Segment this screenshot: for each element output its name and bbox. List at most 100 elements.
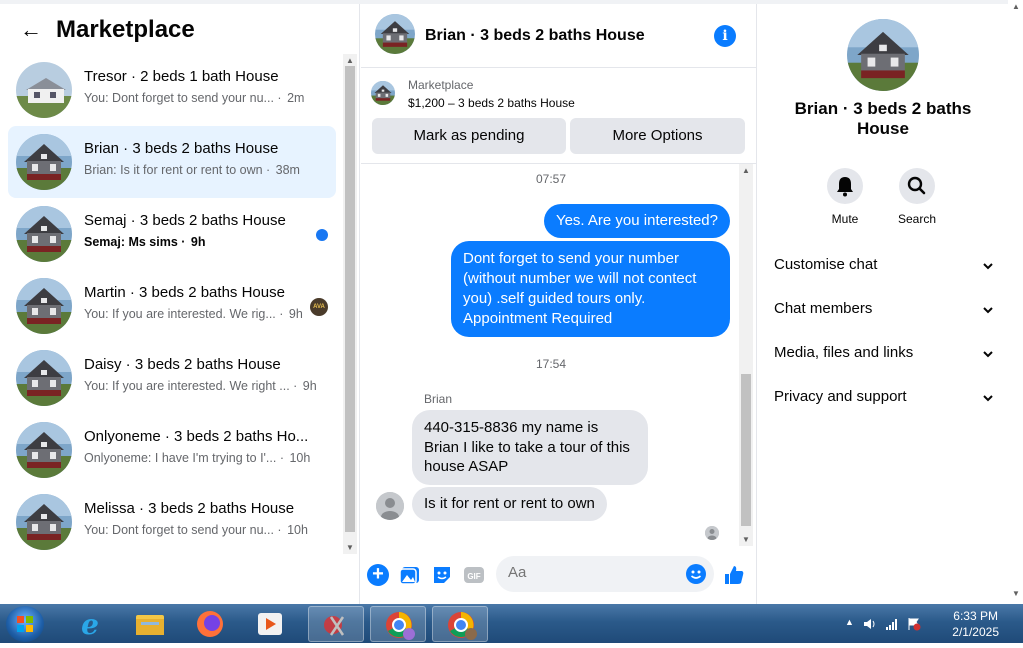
avatar [16,494,72,550]
sender-name: Brian [424,392,453,406]
gif-icon[interactable]: GIF [463,564,485,586]
incoming-message[interactable]: Is it for rent or rent to own [412,487,607,521]
action-center-flag-icon[interactable] [907,617,921,634]
clock-time: 6:33 PM [953,609,998,623]
message-input[interactable] [508,564,678,581]
profile-avatar[interactable] [847,19,919,91]
chat-members-section[interactable]: Chat members [774,287,994,331]
mark-as-pending-button[interactable]: Mark as pending [372,118,566,154]
section-label: Media, files and links [774,344,914,361]
conversation-name: Onlyoneme · 3 beds 2 baths Ho... [84,428,309,445]
scroll-down-arrow-icon[interactable]: ▼ [1012,589,1020,598]
search-label: Search [897,212,937,226]
marketplace-listing-banner: Marketplace $1,200 – 3 beds 2 baths Hous… [361,68,757,164]
windows-taskbar: e ▲ 6:33 PM 2/1/2025 [0,604,1023,643]
clock[interactable]: 6:33 PM 2/1/2025 [952,608,999,640]
media-player-icon[interactable] [242,606,298,642]
scroll-up-arrow-icon[interactable]: ▲ [346,56,354,65]
incoming-message[interactable]: 440-315-8836 my name is Brian I like to … [412,410,648,485]
avatar [16,206,72,262]
chrome-profile-m-icon[interactable] [370,606,426,642]
sticker-icon[interactable] [431,564,453,586]
section-label: Privacy and support [774,388,907,405]
conversation-list: Tresor · 2 beds 1 bath House You: Dont f… [8,54,336,558]
outgoing-message[interactable]: Yes. Are you interested? [543,204,730,238]
timestamp: 17:54 [535,357,567,371]
emoji-icon[interactable] [686,564,706,584]
scroll-down-arrow-icon[interactable]: ▼ [346,543,354,552]
show-hidden-icons-icon[interactable]: ▲ [845,617,854,627]
chat-avatar[interactable] [375,14,415,54]
svg-text:e: e [81,608,99,641]
more-options-button[interactable]: More Options [570,118,745,154]
info-icon[interactable]: i [714,25,736,47]
conversation-preview: You: Dont forget to send your nu... · 2m [84,91,305,105]
back-arrow-icon[interactable]: ← [20,18,44,42]
scroll-up-arrow-icon[interactable]: ▲ [742,166,750,175]
plus-icon[interactable]: + [367,564,389,586]
chrome-profile-icon[interactable] [432,606,488,642]
sender-avatar[interactable] [376,492,404,520]
chat-scrollbar[interactable]: ▲ ▼ [739,164,753,546]
conversation-item-melissa[interactable]: Melissa · 3 beds 2 baths House You: Dont… [8,486,336,558]
image-icon[interactable] [399,564,421,586]
privacy-support-section[interactable]: Privacy and support [774,375,994,419]
avatar [16,62,72,118]
network-signal-icon[interactable] [885,617,899,634]
search-icon [899,168,935,204]
conversation-item-martin[interactable]: Martin · 3 beds 2 baths House You: If yo… [8,270,336,342]
conversation-name: Melissa · 3 beds 2 baths House [84,500,295,517]
conversation-name: Daisy · 3 beds 2 baths House [84,356,281,373]
customise-chat-section[interactable]: Customise chat [774,243,994,287]
chat-panel: Brian · 3 beds 2 baths House i Marketpla… [361,4,757,604]
conversation-list-panel: ← Marketplace Tresor · 2 beds 1 bath Hou… [0,4,360,604]
conversation-name: Tresor · 2 beds 1 bath House [84,68,279,85]
avatar [16,278,72,334]
conversation-item-semaj[interactable]: Semaj · 3 beds 2 baths House Semaj: Ms s… [8,198,336,270]
scrollbar-thumb[interactable] [741,374,751,526]
start-button-icon[interactable] [6,606,44,642]
chevron-down-icon [982,243,994,287]
listing-thumbnail[interactable] [371,81,395,105]
conversation-preview: Brian: Is it for rent or rent to own · 3… [84,163,300,177]
section-label: Customise chat [774,256,878,273]
conversation-item-brian[interactable]: Brian · 3 beds 2 baths House Brian: Is i… [8,126,336,198]
conversation-name: Brian · 3 beds 2 baths House [84,140,279,157]
scrollbar-thumb[interactable] [345,66,355,532]
outgoing-message[interactable]: Dont forget to send your number (without… [451,241,730,337]
message-composer: + GIF [361,552,757,596]
search-button[interactable]: Search [887,168,947,226]
chevron-down-icon [982,331,994,375]
internet-explorer-icon[interactable]: e [62,606,118,642]
conversation-list-scrollbar[interactable]: ▲ ▼ [343,54,357,554]
avatar [16,350,72,406]
chevron-down-icon [982,287,994,331]
conversation-item-tresor[interactable]: Tresor · 2 beds 1 bath House You: Dont f… [8,54,336,126]
conversation-preview: You: If you are interested. We rig... · … [84,307,303,321]
conversation-preview: Onlyoneme: I have I'm trying to I'... · … [84,451,311,465]
thumbs-up-icon[interactable] [723,564,745,586]
chat-title[interactable]: Brian · 3 beds 2 baths House [425,27,645,45]
svg-text:GIF: GIF [467,572,480,581]
conversation-item-onlyoneme[interactable]: Onlyoneme · 3 beds 2 baths Ho... Onlyone… [8,414,336,486]
volume-icon[interactable] [863,617,877,634]
chevron-down-icon [982,375,994,419]
file-explorer-icon[interactable] [122,606,178,642]
conversation-name: Semaj · 3 beds 2 baths House [84,212,286,229]
conversation-preview: You: Dont forget to send your nu... · 10… [84,523,308,537]
media-files-links-section[interactable]: Media, files and links [774,331,994,375]
system-tray: ▲ 6:33 PM 2/1/2025 [833,604,1023,643]
firefox-icon[interactable] [182,606,238,642]
scroll-up-arrow-icon[interactable]: ▲ [1012,2,1020,11]
avatar [16,134,72,190]
chat-details-panel: Brian · 3 beds 2 baths House Mute Search… [758,4,1008,604]
mute-label: Mute [831,212,859,226]
listing-title[interactable]: $1,200 – 3 beds 2 baths House [408,96,575,110]
mute-button[interactable]: Mute [815,168,875,226]
snipping-tool-icon[interactable] [308,606,364,642]
seen-avatar-icon: AVA [310,298,328,316]
window-scrollbar[interactable]: ▲ ▼ [1008,0,1023,604]
bell-icon [827,168,863,204]
scroll-down-arrow-icon[interactable]: ▼ [742,535,750,544]
conversation-item-daisy[interactable]: Daisy · 3 beds 2 baths House You: If you… [8,342,336,414]
